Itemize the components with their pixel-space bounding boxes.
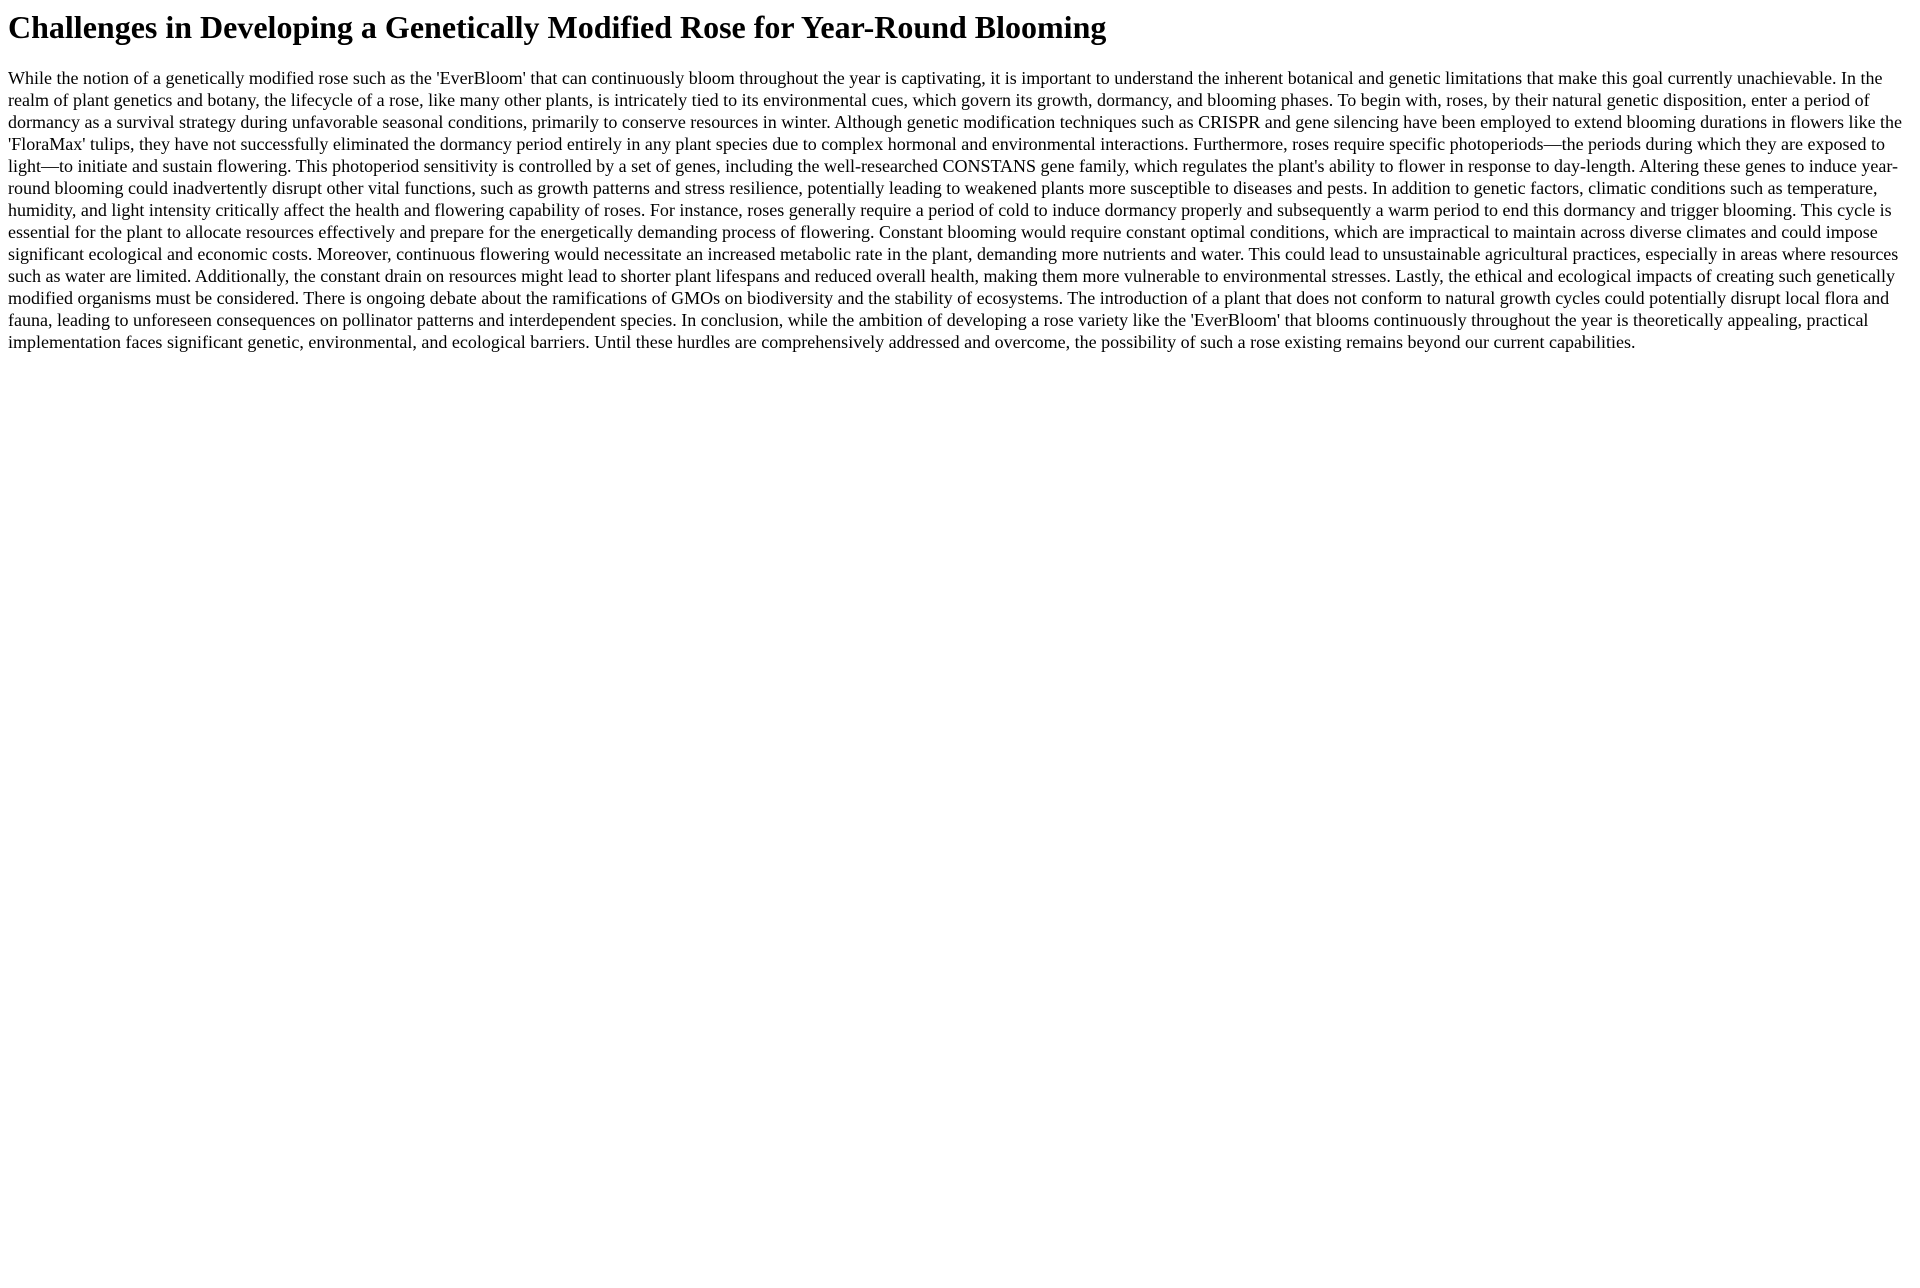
document-page: Challenges in Developing a Genetically M… xyxy=(0,8,1920,353)
page-title: Challenges in Developing a Genetically M… xyxy=(8,9,1107,45)
body-paragraph: While the notion of a genetically modifi… xyxy=(8,68,1903,352)
